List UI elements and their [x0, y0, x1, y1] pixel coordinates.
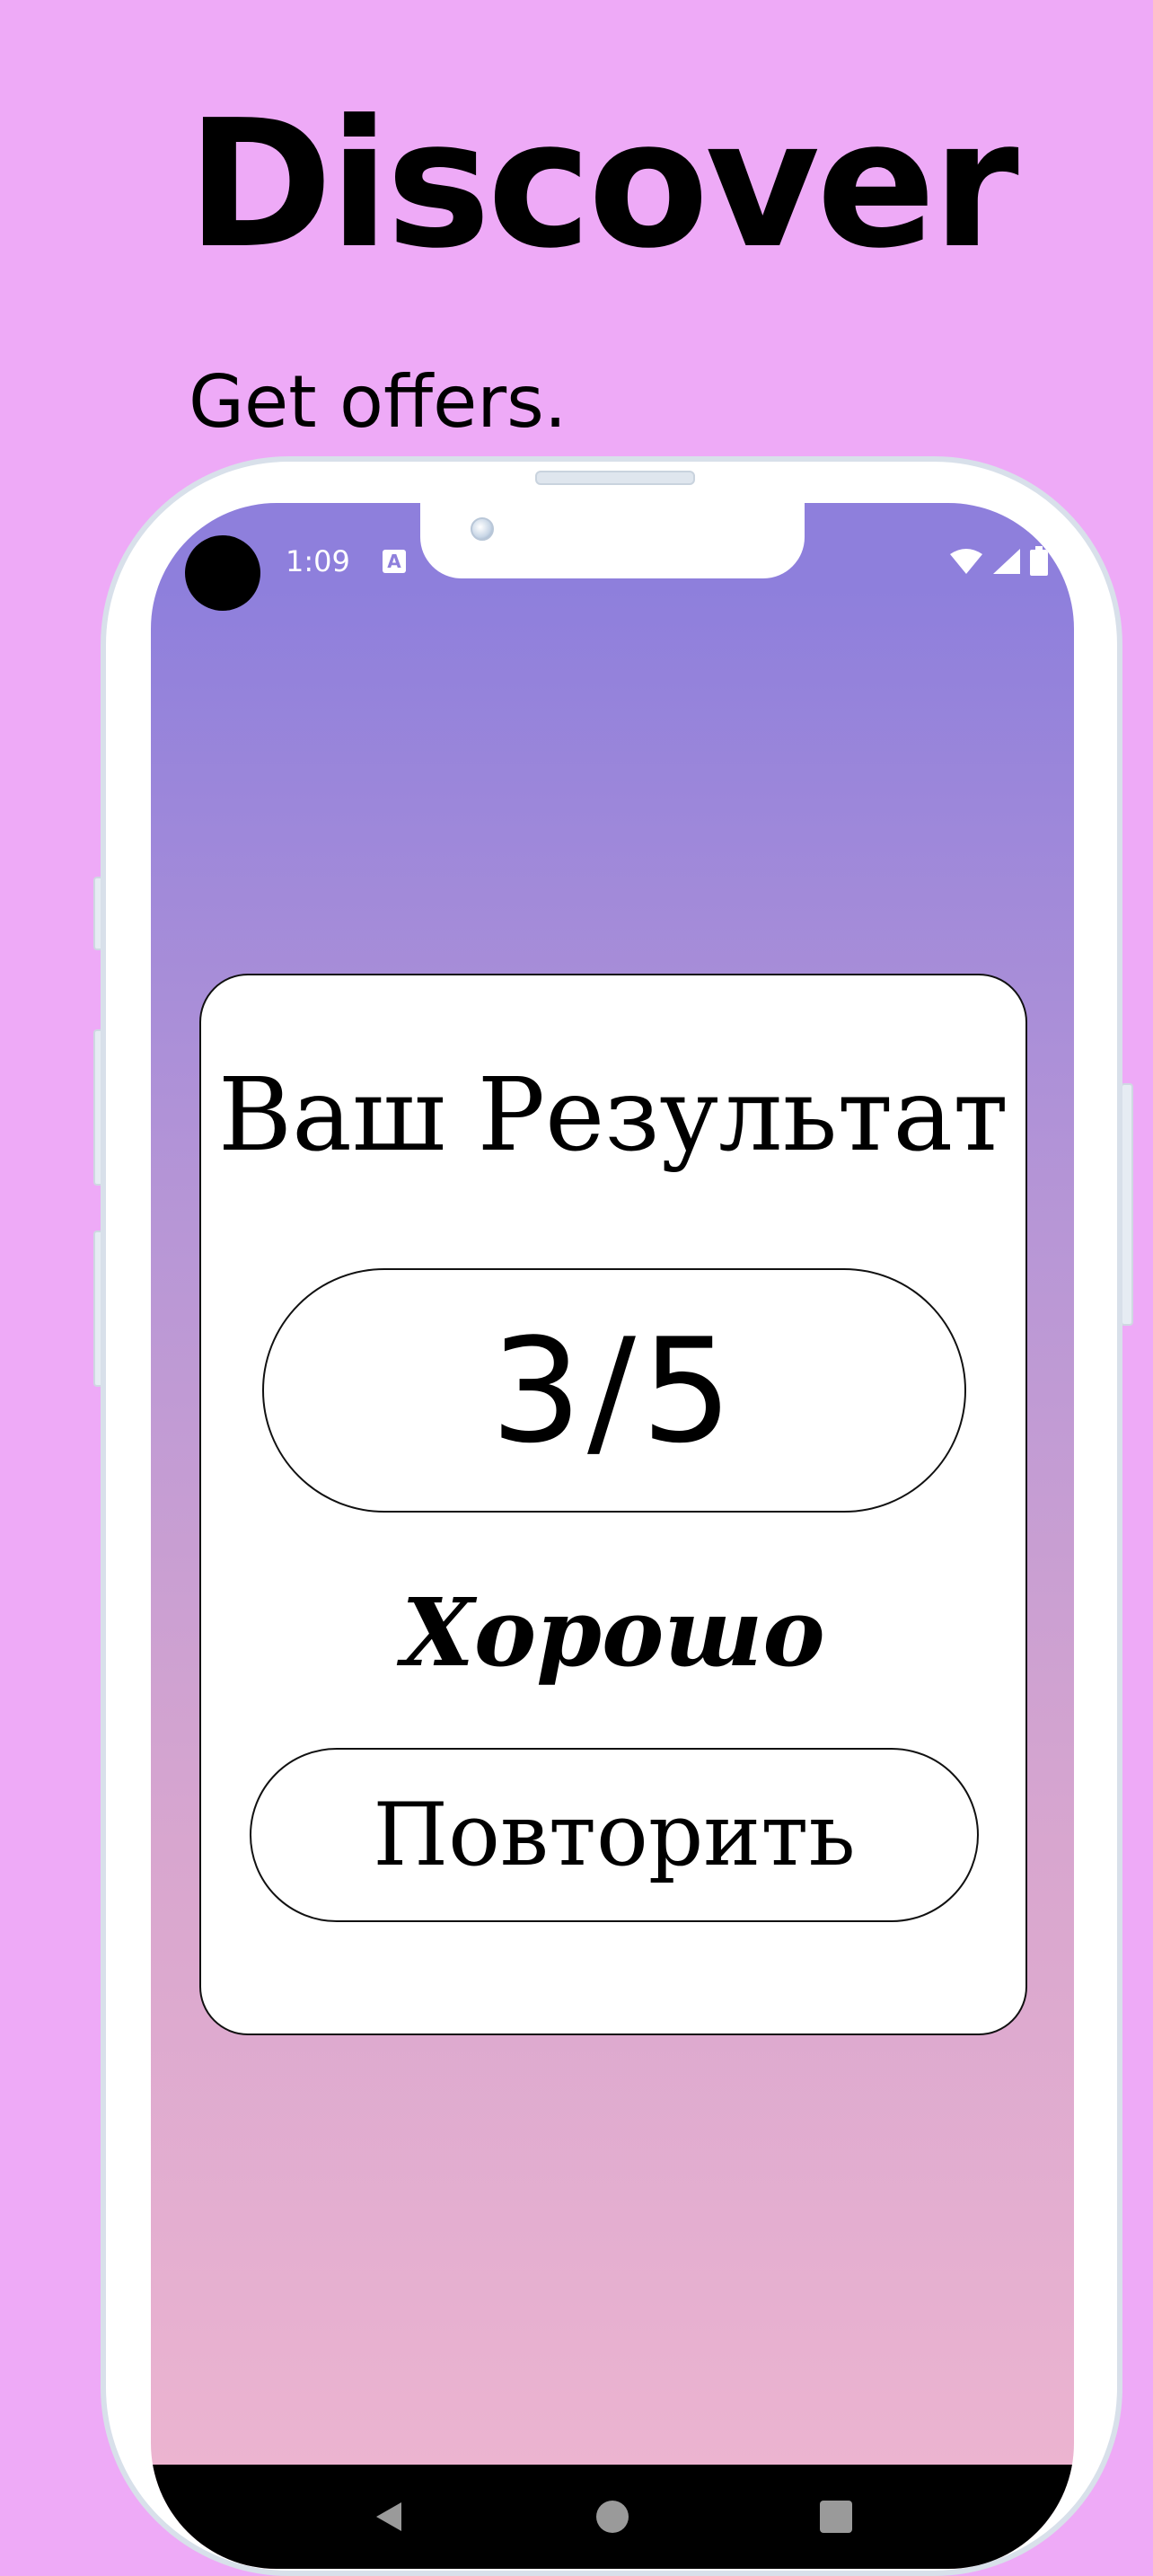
promo-headline: Discover — [187, 83, 1019, 287]
recents-icon — [820, 2501, 853, 2533]
back-button[interactable] — [369, 2497, 409, 2536]
retry-button[interactable]: Повторить — [250, 1748, 979, 1922]
phone-screen: 1:09 A Ваш Результат 3/5 Хорошо Повторит… — [151, 503, 1074, 2569]
score-display: 3/5 — [262, 1268, 966, 1513]
result-title: Ваш Результат — [217, 1057, 1009, 1174]
home-button[interactable] — [593, 2497, 632, 2536]
phone-power-button — [1121, 1083, 1133, 1326]
front-camera-icon — [471, 517, 494, 541]
status-time: 1:09 — [286, 544, 350, 578]
camera-notch — [420, 503, 805, 578]
result-card: Ваш Результат 3/5 Хорошо Повторить — [199, 974, 1027, 2035]
promo-subline: Get offers. — [189, 360, 568, 444]
signal-icon — [993, 549, 1020, 574]
camera-cutout — [185, 535, 260, 611]
back-icon — [375, 2502, 401, 2531]
phone-speaker — [535, 471, 695, 485]
result-verdict: Хорошо — [401, 1577, 825, 1688]
recents-button[interactable] — [816, 2497, 856, 2536]
wifi-icon — [950, 549, 982, 574]
status-icons — [948, 546, 1049, 577]
home-icon — [595, 2501, 629, 2533]
navigation-bar — [151, 2465, 1074, 2569]
battery-icon — [1030, 546, 1048, 576]
a-notification-icon: A — [383, 550, 406, 573]
score-value: 3/5 — [490, 1306, 738, 1475]
